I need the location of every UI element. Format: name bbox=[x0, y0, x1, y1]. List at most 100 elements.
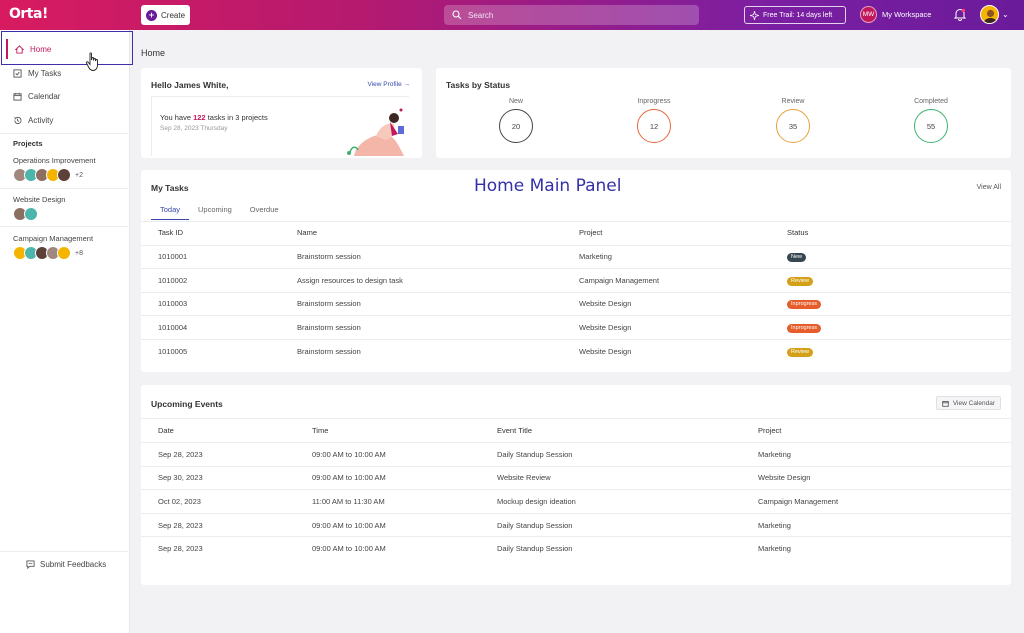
event-time: 09:00 AM to 10:00 AM bbox=[312, 544, 386, 554]
tab-upcoming[interactable]: Upcoming bbox=[189, 205, 241, 220]
table-row[interactable]: 1010004 Brainstorm session Website Desig… bbox=[141, 315, 1011, 340]
upcoming-events-card: Upcoming Events View Calendar Date Time … bbox=[141, 385, 1011, 585]
task-name: Assign resources to design task bbox=[280, 268, 562, 293]
column-header[interactable]: Project bbox=[562, 221, 770, 246]
plus-icon: + bbox=[146, 9, 157, 21]
column-header[interactable]: Time bbox=[295, 418, 480, 443]
sidebar-item-activity[interactable]: Activity bbox=[6, 110, 126, 130]
task-id: 1010002 bbox=[141, 268, 280, 293]
column-header[interactable]: Project bbox=[741, 418, 1011, 443]
project-campaign-management[interactable]: Campaign Management bbox=[13, 234, 93, 243]
bell-icon[interactable] bbox=[953, 8, 967, 23]
table-row[interactable]: Sep 30, 2023 09:00 AM to 10:00 AM Websit… bbox=[141, 466, 1011, 491]
task-project: Campaign Management bbox=[562, 268, 770, 293]
status-ring: 55 bbox=[914, 109, 948, 143]
task-tabs: Today Upcoming Overdue bbox=[151, 205, 288, 220]
event-project: Marketing bbox=[741, 442, 1011, 467]
column-header[interactable]: Task ID bbox=[141, 221, 280, 246]
view-all-link[interactable]: View All bbox=[977, 184, 1001, 191]
status-ring: 35 bbox=[776, 109, 810, 143]
view-calendar-label: View Calendar bbox=[952, 399, 995, 407]
status-review[interactable]: Review 35 bbox=[763, 98, 823, 143]
app-logo[interactable]: Orta! bbox=[9, 6, 48, 22]
workspace-switcher[interactable]: MW My Workspace bbox=[860, 6, 931, 23]
event-date: Sep 28, 2023 bbox=[141, 513, 295, 538]
column-header[interactable]: Status bbox=[770, 221, 1011, 246]
project-operations-improvement[interactable]: Operations Improvement bbox=[13, 156, 96, 165]
table-row[interactable]: Sep 28, 2023 09:00 AM to 10:00 AM Daily … bbox=[141, 442, 1011, 467]
search-input[interactable]: Search bbox=[444, 5, 699, 25]
event-title: Daily Standup Session bbox=[480, 513, 741, 538]
hello-card: Hello James White, View Profile → You ha… bbox=[141, 68, 422, 158]
hand-cursor-icon bbox=[85, 52, 98, 71]
column-header[interactable]: Name bbox=[280, 221, 562, 246]
submit-feedback-button[interactable]: Submit Feedbacks bbox=[26, 560, 106, 569]
tasks-suffix: tasks in 3 projects bbox=[205, 113, 268, 122]
selection-highlight bbox=[1, 31, 133, 65]
table-row[interactable]: 1010005 Brainstorm session Website Desig… bbox=[141, 339, 1011, 363]
task-status-cell: New bbox=[770, 245, 1011, 270]
create-label: Create bbox=[161, 10, 186, 20]
event-time: 09:00 AM to 10:00 AM bbox=[295, 513, 480, 538]
status-label: Inprogress bbox=[637, 98, 671, 105]
checkbox-icon bbox=[13, 68, 22, 78]
illustration-image bbox=[347, 108, 404, 156]
task-status-cell: Review bbox=[770, 339, 1011, 363]
status-ring: 20 bbox=[499, 109, 533, 143]
column-header[interactable]: Event Title bbox=[480, 418, 741, 443]
task-id: 1010003 bbox=[141, 292, 280, 317]
divider bbox=[0, 133, 128, 134]
status-badge: Inprogress bbox=[787, 300, 821, 310]
sidebar-item-my-tasks[interactable]: My Tasks bbox=[6, 63, 126, 83]
sidebar-item-label: Calendar bbox=[28, 91, 61, 101]
more-members-count: +8 bbox=[75, 249, 83, 257]
table-row[interactable]: 1010002 Assign resources to design task … bbox=[141, 268, 1011, 293]
status-completed[interactable]: Completed 55 bbox=[901, 98, 961, 143]
today-date: Sep 28, 2023 Thursday bbox=[160, 125, 228, 132]
task-status-cell: Inprogress bbox=[770, 292, 1011, 317]
event-title: Mockup design ideation bbox=[480, 489, 741, 514]
status-ring: 12 bbox=[637, 109, 671, 143]
column-header[interactable]: Date bbox=[141, 418, 295, 443]
more-members-count: +2 bbox=[75, 171, 83, 179]
tasks-count: 122 bbox=[193, 113, 206, 122]
sparkle-icon bbox=[750, 10, 759, 20]
task-id: 1010005 bbox=[158, 346, 188, 356]
workspace-badge: MW bbox=[860, 6, 877, 23]
tasks-prefix: You have bbox=[160, 113, 194, 122]
status-label: Review bbox=[781, 98, 805, 105]
view-profile-link[interactable]: View Profile → bbox=[367, 81, 410, 88]
table-row[interactable]: Oct 02, 2023 11:00 AM to 11:30 AM Mockup… bbox=[141, 489, 1011, 514]
event-date: Sep 28, 2023 bbox=[158, 544, 203, 554]
divider bbox=[0, 188, 128, 189]
event-date: Sep 28, 2023 bbox=[141, 442, 295, 467]
tasks-table: Task ID Name Project Status 1010001 Brai… bbox=[141, 221, 1011, 363]
tab-overdue[interactable]: Overdue bbox=[241, 205, 288, 220]
project-website-design[interactable]: Website Design bbox=[13, 195, 65, 204]
task-id: 1010004 bbox=[141, 315, 280, 340]
project-members bbox=[13, 207, 38, 221]
status-new[interactable]: New 20 bbox=[486, 98, 546, 143]
sidebar-item-calendar[interactable]: Calendar bbox=[6, 86, 126, 106]
free-trial-button[interactable]: Free Trail: 14 days left bbox=[744, 6, 846, 24]
projects-heading: Projects bbox=[13, 139, 43, 148]
tab-today[interactable]: Today bbox=[151, 205, 190, 220]
table-row[interactable]: Sep 28, 2023 09:00 AM to 10:00 AM Daily … bbox=[141, 537, 1011, 561]
status-badge: Review bbox=[787, 276, 814, 286]
history-icon bbox=[14, 116, 22, 124]
task-project: Website Design bbox=[562, 292, 770, 317]
status-badge: Inprogress bbox=[787, 324, 821, 334]
divider bbox=[0, 551, 128, 552]
view-calendar-button[interactable]: View Calendar bbox=[935, 396, 1001, 410]
search-icon bbox=[452, 10, 462, 20]
table-row[interactable]: 1010001 Brainstorm session Marketing New bbox=[141, 245, 1011, 270]
table-row[interactable]: 1010003 Brainstorm session Website Desig… bbox=[141, 292, 1011, 317]
workspace-label: My Workspace bbox=[882, 10, 932, 19]
table-row[interactable]: Sep 28, 2023 09:00 AM to 10:00 AM Daily … bbox=[141, 513, 1011, 538]
top-bar: Orta! + Create Search Free Trail: 14 day… bbox=[0, 0, 1024, 30]
status-card-title: Tasks by Status bbox=[446, 80, 511, 90]
status-inprogress[interactable]: Inprogress 12 bbox=[624, 98, 684, 143]
create-button[interactable]: + Create bbox=[141, 5, 190, 25]
profile-menu[interactable]: ⌄ bbox=[980, 5, 1009, 24]
task-name: Brainstorm session bbox=[280, 315, 562, 340]
